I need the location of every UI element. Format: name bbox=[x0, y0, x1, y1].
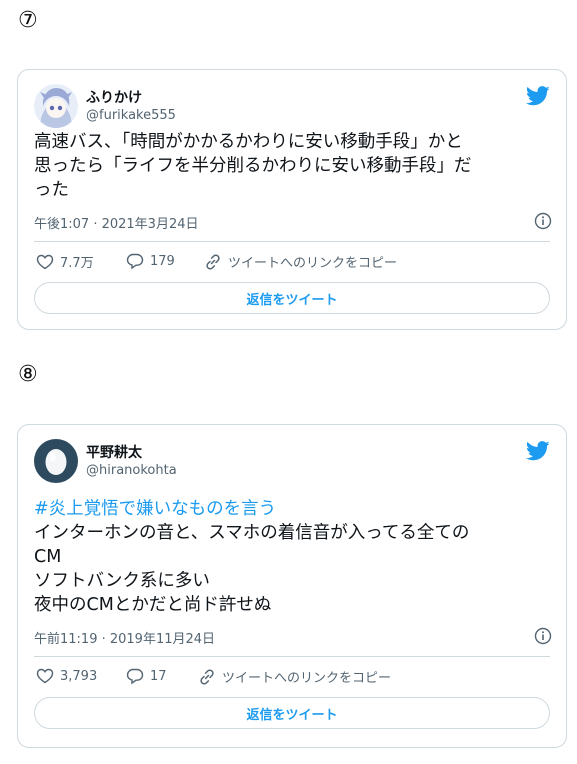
avatar[interactable] bbox=[34, 439, 78, 483]
tweet-text-line: 夜中のCMとかだと尚ド許せぬ bbox=[34, 595, 272, 615]
hashtag-link[interactable]: #炎上覚悟で嫌いなものを言う bbox=[34, 497, 552, 521]
reply-action[interactable]: 179 bbox=[126, 252, 175, 270]
info-icon[interactable] bbox=[534, 627, 552, 645]
user-handle[interactable]: @hiranokohta bbox=[86, 463, 177, 478]
tweet-text-line: 思ったら「ライフを半分削るかわりに安い移動手段」だ bbox=[34, 156, 472, 176]
tweet-text-line: ソフトバンク系に多い bbox=[34, 571, 210, 591]
tweet-number-marker: ⑧ bbox=[18, 362, 38, 387]
like-count: 3,793 bbox=[60, 668, 98, 684]
copy-link-action[interactable]: ツイートへのリンクをコピー bbox=[198, 667, 391, 686]
reply-action[interactable]: 17 bbox=[126, 667, 167, 685]
tweet-text-line: った bbox=[34, 180, 69, 200]
reply-count: 17 bbox=[150, 668, 167, 684]
like-action[interactable]: 7.7万 bbox=[36, 252, 94, 271]
link-icon bbox=[200, 668, 214, 685]
tweet-text: #炎上覚悟で嫌いなものを言う インターホンの音と、スマホの着信音が入ってる全ての… bbox=[34, 497, 552, 617]
tweet-text: 高速バス、「時間がかかるかわりに安い移動手段」かと 思ったら「ライフを半分削るか… bbox=[34, 130, 552, 202]
like-count: 7.7万 bbox=[60, 256, 94, 271]
tweet-text-line: CM bbox=[34, 547, 62, 567]
copy-link-label: ツイートへのリンクをコピー bbox=[228, 256, 398, 271]
divider bbox=[34, 241, 550, 242]
reply-bubble-icon bbox=[126, 253, 144, 270]
twitter-bird-icon[interactable] bbox=[526, 441, 550, 461]
tweet-header: ふりかけ @furikake555 bbox=[34, 84, 550, 130]
tweet-number-marker: ⑦ bbox=[18, 8, 38, 33]
display-name[interactable]: ふりかけ bbox=[86, 87, 142, 107]
heart-icon bbox=[36, 254, 54, 269]
copy-link-label: ツイートへのリンクをコピー bbox=[222, 671, 392, 686]
divider bbox=[34, 656, 550, 657]
tweet-timestamp[interactable]: 午前11:19 · 2019年11月24日 bbox=[34, 628, 215, 647]
tweet-text-line: インターホンの音と、スマホの着信音が入ってる全ての bbox=[34, 523, 470, 543]
tweet-actions: 7.7万 179 ツイートへのリンクをコピー bbox=[34, 252, 550, 274]
twitter-bird-icon[interactable] bbox=[526, 86, 550, 106]
user-handle[interactable]: @furikake555 bbox=[86, 108, 176, 123]
tweet-timestamp[interactable]: 午後1:07 · 2021年3月24日 bbox=[34, 213, 199, 232]
like-action[interactable]: 3,793 bbox=[36, 667, 97, 685]
reply-count: 179 bbox=[150, 253, 175, 269]
avatar[interactable] bbox=[34, 84, 78, 128]
reply-tweet-button[interactable]: 返信をツイート bbox=[34, 282, 550, 314]
reply-bubble-icon bbox=[126, 668, 144, 685]
info-icon[interactable] bbox=[534, 212, 552, 230]
copy-link-action[interactable]: ツイートへのリンクをコピー bbox=[204, 252, 397, 271]
tweet-card: ふりかけ @furikake555 高速バス、「時間がかかるかわりに安い移動手段… bbox=[17, 69, 567, 330]
tweet-actions: 3,793 17 ツイートへのリンクをコピー bbox=[34, 667, 550, 689]
heart-icon bbox=[36, 668, 54, 684]
tweet-card: 平野耕太 @hiranokohta #炎上覚悟で嫌いなものを言う インターホンの… bbox=[17, 424, 567, 748]
reply-tweet-button[interactable]: 返信をツイート bbox=[34, 697, 550, 729]
display-name[interactable]: 平野耕太 bbox=[86, 442, 142, 462]
link-icon bbox=[206, 253, 220, 270]
tweet-header: 平野耕太 @hiranokohta bbox=[34, 439, 550, 485]
tweet-text-line: 高速バス、「時間がかかるかわりに安い移動手段」かと bbox=[34, 132, 463, 152]
